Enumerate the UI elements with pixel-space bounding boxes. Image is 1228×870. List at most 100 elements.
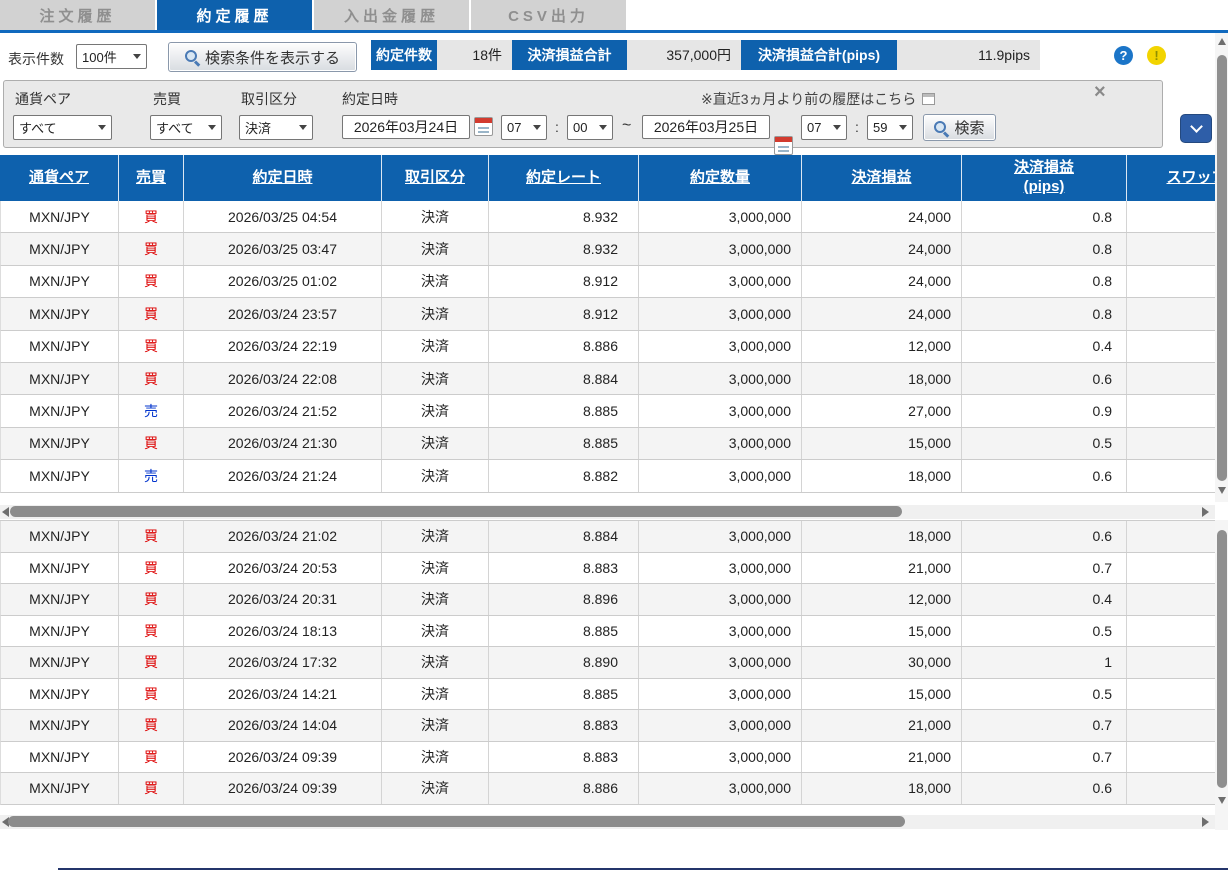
cell-pl: 24,000 xyxy=(802,298,962,329)
cell-pl-pips: 0.5 xyxy=(962,679,1127,710)
currency-pair-select[interactable]: すべて xyxy=(13,115,112,140)
horizontal-scrollbar-thumb[interactable] xyxy=(10,506,902,517)
cell-quantity: 3,000,000 xyxy=(639,331,802,362)
table-row: MXN/JPY買2026/03/24 22:08決済8.8843,000,000… xyxy=(0,363,1215,395)
cell-quantity: 3,000,000 xyxy=(639,460,802,491)
to-date-input[interactable]: 2026年03月25日 xyxy=(642,115,770,139)
table-row: MXN/JPY買2026/03/24 21:30決済8.8853,000,000… xyxy=(0,428,1215,460)
cell-side: 買 xyxy=(119,773,184,804)
scroll-right-arrow-icon[interactable] xyxy=(1202,507,1209,517)
column-header-swap[interactable]: スワップ xyxy=(1126,155,1215,201)
summary-stats-bar: 約定件数 18件 決済損益合計 357,000円 決済損益合計(pips) 11… xyxy=(371,40,1040,70)
cell-rate: 8.886 xyxy=(489,331,639,362)
cell-quantity: 3,000,000 xyxy=(639,521,802,552)
cell-currency-pair: MXN/JPY xyxy=(1,428,119,459)
cell-pl-pips: 0.5 xyxy=(962,616,1127,647)
executed-at-label: 約定日時 xyxy=(342,89,398,109)
side-select[interactable]: すべて xyxy=(150,115,222,140)
cell-currency-pair: MXN/JPY xyxy=(1,201,119,232)
table-row: MXN/JPY買2026/03/24 14:04決済8.8833,000,000… xyxy=(0,710,1215,742)
column-header-trade-type[interactable]: 取引区分 xyxy=(381,155,488,201)
column-header-side[interactable]: 売買 xyxy=(118,155,183,201)
horizontal-scrollbar-upper xyxy=(0,505,1215,519)
to-minute-select[interactable]: 59 xyxy=(867,115,913,140)
horizontal-scrollbar-thumb[interactable] xyxy=(8,816,905,827)
scroll-down-arrow-icon[interactable] xyxy=(1218,487,1226,494)
help-icon[interactable]: ? xyxy=(1114,46,1133,65)
from-date-input[interactable]: 2026年03月24日 xyxy=(342,115,470,139)
tab-csv-export[interactable]: CSV出力 xyxy=(471,0,626,30)
cell-side: 買 xyxy=(119,553,184,584)
trade-type-select[interactable]: 決済 xyxy=(239,115,313,140)
display-count-select[interactable]: 100件 xyxy=(76,44,147,69)
from-minute-select[interactable]: 00 xyxy=(567,115,613,140)
display-count-value: 100件 xyxy=(82,47,117,66)
cell-trade-type: 決済 xyxy=(382,428,489,459)
cell-rate: 8.932 xyxy=(489,233,639,264)
table-header-row: 通貨ペア売買約定日時取引区分約定レート約定数量決済損益決済損益(pips)スワッ… xyxy=(0,155,1215,201)
column-header-pl-pips[interactable]: 決済損益(pips) xyxy=(961,155,1126,201)
column-header-executed-at[interactable]: 約定日時 xyxy=(183,155,381,201)
cell-side: 売 xyxy=(119,395,184,426)
cell-swap xyxy=(1127,395,1215,426)
column-header-quantity[interactable]: 約定数量 xyxy=(638,155,801,201)
cell-trade-type: 決済 xyxy=(382,395,489,426)
scroll-down-arrow-icon[interactable] xyxy=(1218,797,1226,804)
cell-pl: 18,000 xyxy=(802,460,962,491)
to-hour-select[interactable]: 07 xyxy=(801,115,847,140)
collapse-panel-button[interactable] xyxy=(1180,114,1212,143)
cell-swap xyxy=(1127,584,1215,615)
to-minute-value: 59 xyxy=(873,120,887,135)
scroll-up-arrow-icon[interactable] xyxy=(1218,38,1226,45)
cell-swap xyxy=(1127,521,1215,552)
scroll-right-arrow-icon[interactable] xyxy=(1202,817,1209,827)
column-header-currency-pair[interactable]: 通貨ペア xyxy=(0,155,118,201)
column-header-rate[interactable]: 約定レート xyxy=(488,155,638,201)
vertical-scrollbar-thumb[interactable] xyxy=(1217,530,1227,788)
cell-side: 買 xyxy=(119,201,184,232)
cell-trade-type: 決済 xyxy=(382,460,489,491)
older-history-note-text: ※直近3ヵ月より前の履歴はこちら xyxy=(701,89,916,109)
cell-pl-pips: 1 xyxy=(962,647,1127,678)
tab-underline-bar xyxy=(0,30,1228,33)
table-row: MXN/JPY買2026/03/24 20:53決済8.8833,000,000… xyxy=(0,553,1215,585)
vertical-scrollbar-thumb[interactable] xyxy=(1217,55,1227,481)
tab-deposit-withdrawal-history[interactable]: 入出金履歴 xyxy=(314,0,469,30)
cell-currency-pair: MXN/JPY xyxy=(1,679,119,710)
currency-pair-label: 通貨ペア xyxy=(15,89,71,109)
cell-currency-pair: MXN/JPY xyxy=(1,521,119,552)
scroll-left-arrow-icon[interactable] xyxy=(2,507,9,517)
cell-currency-pair: MXN/JPY xyxy=(1,616,119,647)
time-colon: : xyxy=(855,119,859,144)
calendar-icon[interactable] xyxy=(474,117,493,136)
cell-executed-at: 2026/03/25 03:47 xyxy=(184,233,382,264)
cell-trade-type: 決済 xyxy=(382,679,489,710)
trade-type-value: 決済 xyxy=(245,118,271,137)
cell-pl-pips: 0.6 xyxy=(962,460,1127,491)
tab-order-history[interactable]: 注文履歴 xyxy=(0,0,155,30)
cell-quantity: 3,000,000 xyxy=(639,266,802,297)
cell-quantity: 3,000,000 xyxy=(639,679,802,710)
cell-rate: 8.884 xyxy=(489,521,639,552)
from-hour-select[interactable]: 07 xyxy=(501,115,547,140)
tab-execution-history[interactable]: 約定履歴 xyxy=(157,0,312,30)
cell-rate: 8.912 xyxy=(489,266,639,297)
cell-quantity: 3,000,000 xyxy=(639,584,802,615)
older-history-note[interactable]: ※直近3ヵ月より前の履歴はこちら xyxy=(701,89,935,109)
calendar-icon[interactable] xyxy=(774,136,793,155)
cell-trade-type: 決済 xyxy=(382,710,489,741)
cell-side: 買 xyxy=(119,742,184,773)
column-header-pl[interactable]: 決済損益 xyxy=(801,155,961,201)
cell-pl-pips: 0.8 xyxy=(962,201,1127,232)
warning-icon[interactable]: ! xyxy=(1147,46,1166,65)
from-minute-value: 00 xyxy=(573,120,587,135)
cell-currency-pair: MXN/JPY xyxy=(1,584,119,615)
search-conditions-toggle-button[interactable]: 検索条件を表示する xyxy=(168,42,357,72)
table-row: MXN/JPY買2026/03/25 04:54決済8.9323,000,000… xyxy=(0,201,1215,233)
search-button[interactable]: 検索 xyxy=(923,114,996,141)
cell-pl: 27,000 xyxy=(802,395,962,426)
cell-rate: 8.884 xyxy=(489,363,639,394)
cell-rate: 8.886 xyxy=(489,773,639,804)
cell-rate: 8.932 xyxy=(489,201,639,232)
close-icon[interactable]: × xyxy=(1094,82,1106,102)
